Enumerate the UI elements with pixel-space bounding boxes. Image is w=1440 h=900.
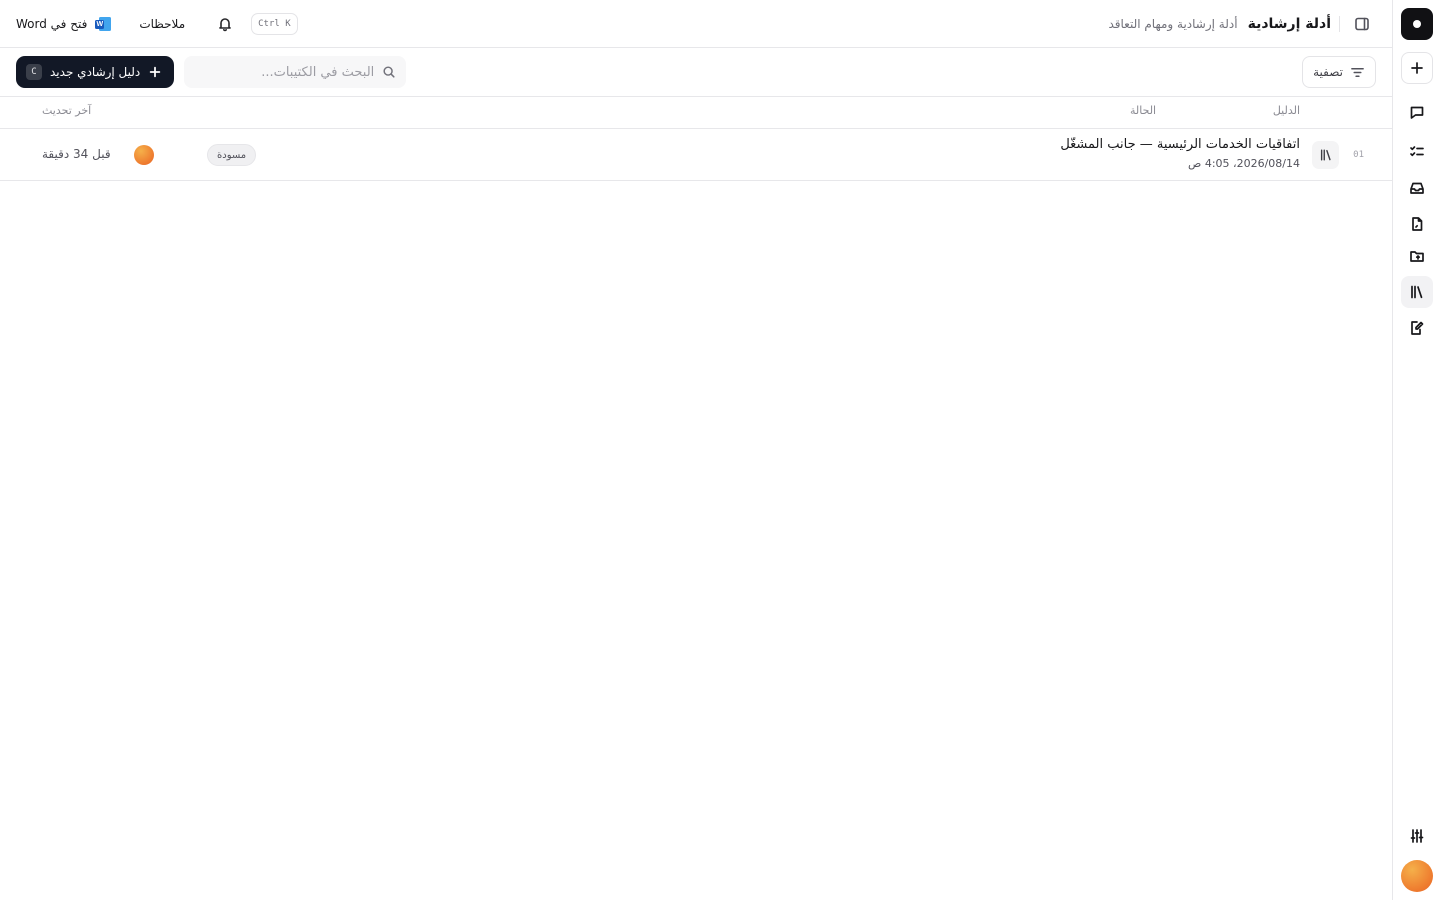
open-in-word-label: فتح في Word	[16, 16, 88, 31]
top-bar: أدلة إرشادية أدلة إرشادية ومهام التعاقد …	[0, 0, 1392, 48]
table-header: الدليل الحالة آخر تحديث	[0, 97, 1392, 129]
row-type-icon	[1312, 141, 1339, 169]
rail-settings-button[interactable]	[1401, 820, 1433, 852]
sidebar-toggle-button[interactable]	[1348, 10, 1376, 38]
row-owner-avatar	[134, 145, 154, 165]
rail-tasks-button[interactable]	[1401, 136, 1433, 168]
list-toolbar: تصفية دليل إرشادي جديد C	[0, 48, 1392, 97]
sliders-icon	[1410, 829, 1424, 843]
row-number: 01	[1353, 150, 1364, 160]
filter-icon	[1351, 67, 1364, 77]
new-guide-label: دليل إرشادي جديد	[50, 65, 141, 79]
toolbar-actions: دليل إرشادي جديد C	[16, 56, 407, 88]
bell-icon	[219, 17, 231, 31]
library-icon	[1320, 149, 1331, 161]
main-area: أدلة إرشادية أدلة إرشادية ومهام التعاقد …	[0, 0, 1392, 900]
word-icon: W	[95, 16, 112, 31]
user-avatar[interactable]	[1401, 860, 1433, 892]
notes-button[interactable]: ملاحظات	[139, 17, 185, 31]
document-icon	[1412, 217, 1423, 231]
column-status[interactable]: الحالة	[1130, 104, 1156, 117]
notifications-button[interactable]	[213, 12, 237, 36]
column-updated[interactable]: آخر تحديث	[42, 104, 91, 117]
rail-documents-button[interactable]	[1401, 208, 1433, 240]
rail-chat-button[interactable]	[1401, 96, 1433, 128]
new-guide-button[interactable]: دليل إرشادي جديد C	[16, 56, 175, 88]
table-row[interactable]: 01 اتفاقيات الخدمات الرئيسية — جانب المش…	[0, 129, 1392, 181]
new-guide-shortcut: C	[26, 64, 42, 80]
library-icon	[1411, 285, 1423, 299]
plus-icon	[1411, 62, 1423, 74]
folder-upload-icon	[1410, 251, 1424, 262]
sidebar-panel-icon	[1355, 17, 1369, 30]
header-actions: Ctrl K ملاحظات W فتح في Word	[16, 12, 298, 36]
filter-label: تصفية	[1313, 65, 1343, 79]
inbox-icon	[1410, 182, 1424, 194]
plus-icon	[150, 66, 161, 78]
new-item-button[interactable]	[1401, 52, 1433, 84]
row-updated-time: قبل 34 دقيقة	[42, 147, 111, 161]
logo-dot-icon	[1413, 20, 1421, 28]
app-rail	[1392, 0, 1440, 900]
search-box[interactable]	[184, 56, 407, 88]
page-title: أدلة إرشادية	[1247, 15, 1331, 32]
checklist-icon	[1410, 146, 1424, 157]
page-subtitle: أدلة إرشادية ومهام التعاقد	[1108, 16, 1238, 31]
search-icon	[383, 66, 395, 78]
rail-inbox-button[interactable]	[1401, 172, 1433, 204]
column-guide[interactable]: الدليل	[1273, 104, 1300, 117]
status-badge: مسودة	[207, 144, 257, 166]
row-date: 2026/08/14، 4:05 ص	[1188, 157, 1300, 170]
row-title[interactable]: اتفاقيات الخدمات الرئيسية — جانب المشغّل	[1060, 137, 1300, 152]
command-palette-shortcut[interactable]: Ctrl K	[251, 12, 298, 35]
title-group: أدلة إرشادية أدلة إرشادية ومهام التعاقد	[1108, 10, 1376, 38]
app-logo[interactable]	[1401, 8, 1433, 40]
rail-edit-button[interactable]	[1401, 312, 1433, 344]
chat-icon	[1410, 106, 1424, 119]
open-in-word-button[interactable]: W فتح في Word	[16, 16, 112, 31]
search-input[interactable]	[214, 64, 375, 80]
title-divider	[1339, 15, 1340, 32]
rail-library-button[interactable]	[1401, 276, 1433, 308]
filter-button[interactable]: تصفية	[1302, 56, 1376, 88]
rail-folders-button[interactable]	[1401, 240, 1433, 272]
edit-document-icon	[1411, 321, 1424, 335]
